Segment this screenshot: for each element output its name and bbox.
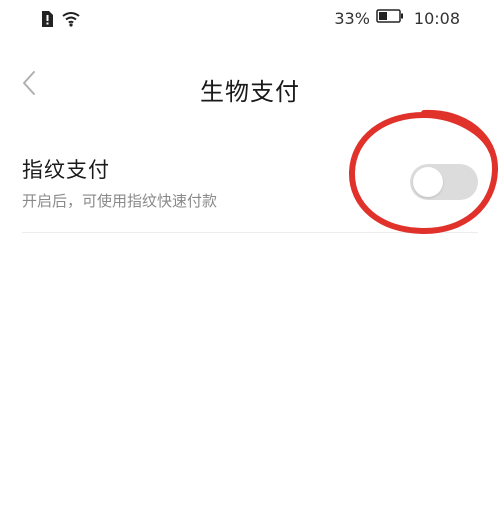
fingerprint-pay-toggle[interactable] — [410, 164, 478, 200]
wifi-icon — [62, 11, 80, 31]
battery-icon — [376, 8, 404, 28]
sim-alert-icon — [40, 10, 54, 32]
status-bar: 33% 10:08 — [0, 0, 500, 38]
screen: 33% 10:08 生物支付 指纹支付 开启后，可使用指纹快速付款 — [0, 0, 500, 523]
page-title: 生物支付 — [200, 78, 300, 106]
fingerprint-pay-setting: 指纹支付 开启后，可使用指纹快速付款 — [22, 148, 478, 233]
status-right: 33% 10:08 — [334, 8, 460, 28]
status-time: 10:08 — [413, 8, 460, 28]
battery-percent: 33% — [334, 8, 370, 28]
setting-title: 指纹支付 — [22, 158, 110, 182]
setting-description: 开启后，可使用指纹快速付款 — [22, 192, 218, 210]
toggle-knob — [413, 167, 443, 197]
header: 生物支付 — [0, 60, 500, 110]
status-left — [40, 10, 80, 32]
